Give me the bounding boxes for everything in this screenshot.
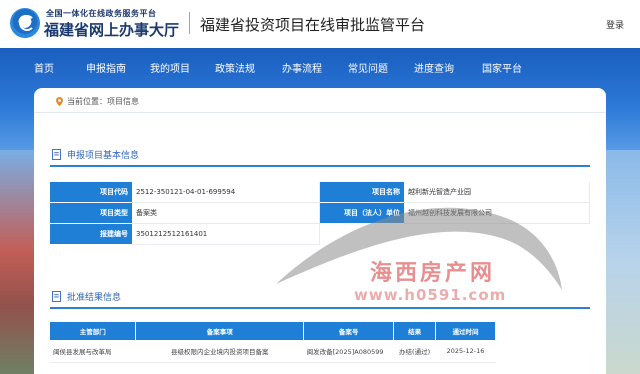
cell-result: 办结(通过) xyxy=(393,340,436,363)
field-value-project-type: 备案类 xyxy=(132,203,320,224)
column-header-filing-number: 备案号 xyxy=(303,322,395,340)
government-emblem-icon[interactable] xyxy=(10,8,40,38)
logo-subtitle: 全国一体化在线政务服务平台 xyxy=(46,9,157,18)
nav-item-guide[interactable]: 申报指南 xyxy=(86,60,126,75)
nav-item-process[interactable]: 办事流程 xyxy=(282,60,322,75)
logo-title[interactable]: 福建省网上办事大厅 xyxy=(44,19,179,40)
cell-filing-matter: 县级权限内企业境内投资项目备案 xyxy=(135,340,304,363)
cell-filing-number: 闽发改备[2025]A080599 xyxy=(303,340,394,363)
field-value-legal-entity: 福州越创科技发展有限公司 xyxy=(404,203,590,224)
field-value-filing-number: 3501212512161401 xyxy=(132,224,320,245)
column-header-pass-time: 通过时间 xyxy=(435,322,496,340)
main-navigation: 首页 申报指南 我的项目 政策法规 办事流程 常见问题 进度查询 国家平台 xyxy=(0,48,640,84)
basic-info-rule xyxy=(50,165,590,167)
nav-item-my-projects[interactable]: 我的项目 xyxy=(150,60,190,75)
nav-item-home[interactable]: 首页 xyxy=(34,60,54,75)
nav-item-policies[interactable]: 政策法规 xyxy=(215,60,255,75)
field-label-legal-entity: 项目（法人）单位 xyxy=(320,203,404,224)
approval-rule xyxy=(50,307,590,309)
field-value-project-name: 越利新光智造产业园 xyxy=(404,182,590,203)
breadcrumb-current[interactable]: 项目信息 xyxy=(107,96,139,107)
location-pin-icon xyxy=(56,97,63,106)
field-label-project-type: 项目类型 xyxy=(50,203,132,224)
column-header-department: 主管部门 xyxy=(50,322,137,340)
document-icon xyxy=(52,291,61,302)
nav-item-faq[interactable]: 常见问题 xyxy=(348,60,388,75)
breadcrumb-divider xyxy=(34,112,606,113)
info-row: 报建编号 3501212512161401 xyxy=(50,224,590,245)
approval-results-table: 主管部门 备案事项 备案号 结果 通过时间 闽侯县发展与改革局 县级权限内企业境… xyxy=(50,322,496,363)
table-header-row: 主管部门 备案事项 备案号 结果 通过时间 xyxy=(50,322,496,340)
document-icon xyxy=(52,149,61,160)
info-row: 项目代码 2512-350121-04-01-699594 项目名称 越利新光智… xyxy=(50,182,590,203)
decorative-landscape-image xyxy=(606,150,640,374)
login-link[interactable]: 登录 xyxy=(606,18,624,31)
cell-pass-time: 2025-12-16 xyxy=(435,340,496,363)
field-value-project-code: 2512-350121-04-01-699594 xyxy=(132,182,320,203)
content-panel: 当前位置： 项目信息 申报项目基本信息 项目代码 2512-350121-04-… xyxy=(34,88,606,374)
cell-department: 闽侯县发展与改革局 xyxy=(50,340,136,363)
decorative-building-image xyxy=(0,150,34,374)
basic-info-title-text: 申报项目基本信息 xyxy=(67,151,140,161)
site-title: 福建省投资项目在线审批监管平台 xyxy=(200,16,426,34)
field-label-filing-number: 报建编号 xyxy=(50,224,132,245)
column-header-filing-matter: 备案事项 xyxy=(135,322,305,340)
approval-title-text: 批准结果信息 xyxy=(67,293,122,303)
table-row: 闽侯县发展与改革局 县级权限内企业境内投资项目备案 闽发改备[2025]A080… xyxy=(50,340,496,363)
header-divider xyxy=(189,12,190,34)
approval-section-title: 批准结果信息 xyxy=(52,290,121,303)
site-header: 全国一体化在线政务服务平台 福建省网上办事大厅 福建省投资项目在线审批监管平台 … xyxy=(0,0,640,48)
field-label-project-name: 项目名称 xyxy=(320,182,404,203)
breadcrumb: 当前位置： 项目信息 xyxy=(56,96,139,107)
nav-item-national-platform[interactable]: 国家平台 xyxy=(482,60,522,75)
column-header-result: 结果 xyxy=(393,322,437,340)
field-label-project-code: 项目代码 xyxy=(50,182,132,203)
info-row: 项目类型 备案类 项目（法人）单位 福州越创科技发展有限公司 xyxy=(50,203,590,224)
nav-item-progress-query[interactable]: 进度查询 xyxy=(414,60,454,75)
basic-info-section-title: 申报项目基本信息 xyxy=(52,148,139,161)
breadcrumb-prefix: 当前位置： xyxy=(67,97,107,106)
